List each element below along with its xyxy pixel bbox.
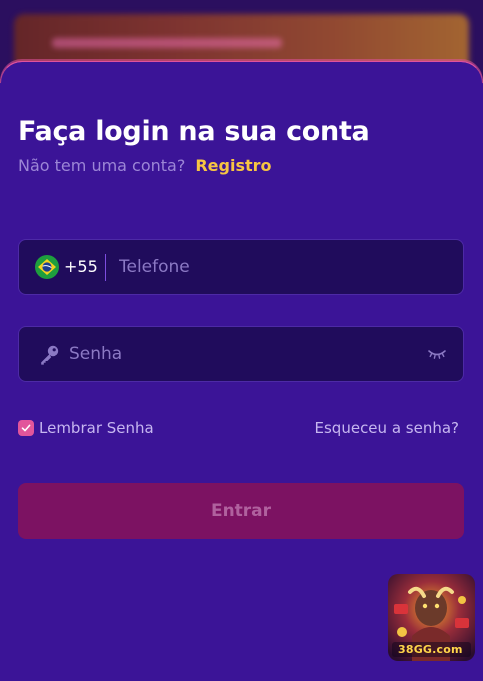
key-icon <box>41 345 59 365</box>
brazil-flag-icon <box>35 255 59 279</box>
remember-password-toggle[interactable]: Lembrar Senha <box>18 419 154 437</box>
country-code[interactable]: +55 <box>64 257 98 276</box>
remember-checkbox[interactable] <box>18 420 34 436</box>
remember-label: Lembrar Senha <box>39 419 154 437</box>
country-code-divider <box>105 254 106 281</box>
blurred-banner-text <box>52 38 282 48</box>
forgot-password-link[interactable]: Esqueceu a senha? <box>315 419 459 437</box>
password-input[interactable] <box>69 327 409 381</box>
phone-field[interactable]: +55 <box>18 239 464 295</box>
register-link[interactable]: Registro <box>195 156 271 175</box>
register-prompt-text: Não tem uma conta? <box>18 156 186 175</box>
register-prompt: Não tem uma conta? Registro <box>18 156 272 175</box>
promo-logo-text: 38GG.com <box>398 643 463 656</box>
checkmark-icon <box>21 424 31 432</box>
page-title: Faça login na sua conta <box>18 116 370 147</box>
eye-closed-icon[interactable] <box>427 346 447 362</box>
promo-badge[interactable]: 38GG.com <box>388 574 475 661</box>
login-button[interactable]: Entrar <box>18 483 464 539</box>
phone-input[interactable] <box>119 240 449 294</box>
password-field[interactable] <box>18 326 464 382</box>
